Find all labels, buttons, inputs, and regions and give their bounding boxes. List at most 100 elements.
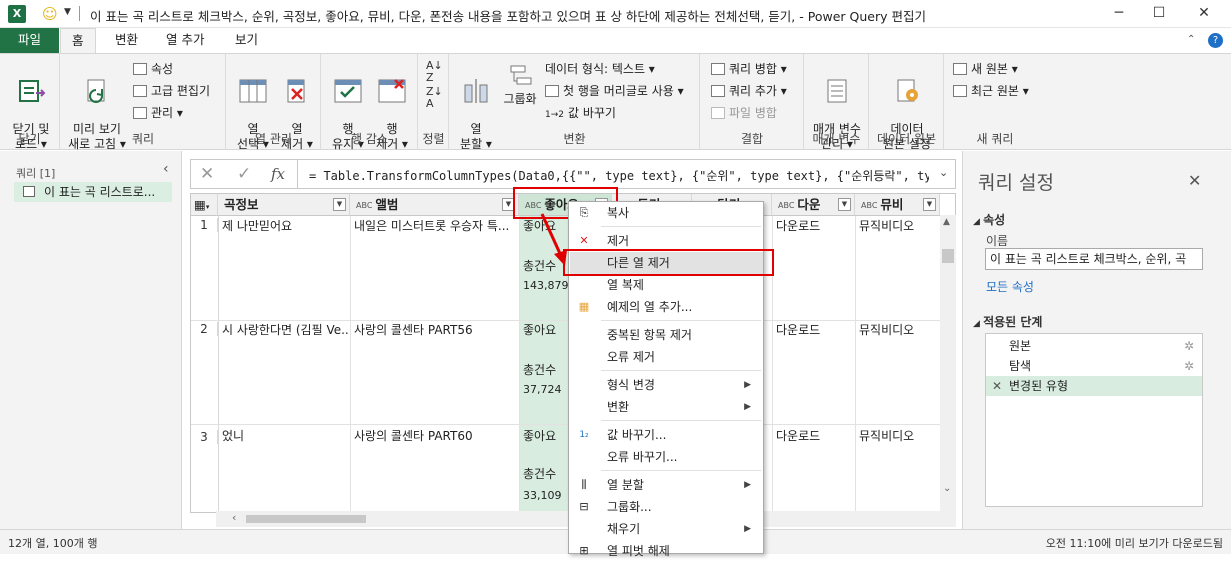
menu-item-change-type[interactable]: 형식 변경 ▶ <box>570 374 763 396</box>
minimize-button[interactable]: ─ <box>1099 2 1139 26</box>
menu-item-replace-errors[interactable]: 오류 바꾸기... <box>570 446 763 468</box>
tab-view[interactable]: 보기 <box>224 28 269 53</box>
step-item[interactable]: 탐색 ✲ <box>986 356 1202 376</box>
new-source-button[interactable]: 새 원본 ▾ <box>953 59 1018 79</box>
collapse-triangle-icon: ◢ <box>973 217 984 227</box>
menu-item-group-by[interactable]: ⊟ 그룹화... <box>570 496 763 518</box>
column-header-album[interactable]: ABC 앨범 ▼ <box>350 194 519 216</box>
tab-file[interactable]: 파일 <box>0 28 60 53</box>
cell-download[interactable]: 다운로드 <box>772 216 855 236</box>
query-name-input[interactable]: 이 표는 곡 리스트로 체크박스, 순위, 곡 <box>985 248 1203 270</box>
column-header-album-label: 앨범 <box>375 197 399 212</box>
remove-rows-icon <box>377 77 407 105</box>
group-sort: A↓ Z Z↓ A 정렬 <box>419 54 449 150</box>
smiley-feedback-icon[interactable]: ☺ <box>42 5 58 23</box>
submenu-arrow-icon: ▶ <box>744 480 751 490</box>
fx-icon[interactable]: fx <box>271 165 285 183</box>
replace-values-button[interactable]: 1→2 값 바꾸기 <box>545 103 616 123</box>
formula-separator <box>297 160 298 188</box>
vertical-scrollbar[interactable]: ▲ ⌄ <box>940 215 956 511</box>
group-manage-columns-label: 열 관리 <box>255 132 292 146</box>
tab-transform[interactable]: 변환 <box>104 28 149 53</box>
sort-ascending-icon[interactable]: A↓ Z <box>426 60 443 84</box>
collapse-ribbon-icon[interactable]: ⌃ <box>1187 34 1195 45</box>
manage-button[interactable]: 관리 ▾ <box>133 103 183 123</box>
filter-dropdown-icon[interactable]: ▼ <box>923 198 936 211</box>
unpivot-icon: ⊞ <box>579 544 589 557</box>
menu-item-column-from-examples[interactable]: ▦ 예제의 열 추가... <box>570 296 763 318</box>
scroll-thumb[interactable] <box>942 249 954 263</box>
cell-mv[interactable]: 뮤직비디오 <box>855 320 940 340</box>
step-item-selected[interactable]: ✕ 변경된 유형 <box>986 376 1202 396</box>
use-first-row-button[interactable]: 첫 행을 머리글로 사용 ▾ <box>545 81 684 101</box>
cell-album[interactable]: 사랑의 콜센타 PART56 <box>350 320 519 340</box>
remove-columns-icon <box>282 77 312 105</box>
close-pane-icon[interactable]: ✕ <box>1188 171 1201 190</box>
hscroll-thumb[interactable] <box>246 515 366 523</box>
merge-queries-button[interactable]: 쿼리 병합 ▾ <box>711 59 787 79</box>
commit-formula-icon[interactable]: ✓ <box>237 164 251 184</box>
text-type-icon: ABC <box>356 201 373 210</box>
scroll-up-icon[interactable]: ▲ <box>943 217 950 227</box>
scroll-down-icon[interactable]: ⌄ <box>943 483 951 494</box>
menu-item-duplicate-column[interactable]: 열 복제 <box>570 274 763 296</box>
step-item[interactable]: 원본 ✲ <box>986 336 1202 356</box>
help-icon[interactable]: ? <box>1208 33 1223 48</box>
table-menu-icon[interactable]: ▦▾ <box>191 194 218 216</box>
recent-sources-label: 최근 원본 ▾ <box>971 84 1029 98</box>
applied-steps-header: 적용된 단계 <box>983 315 1043 329</box>
quick-access-dropdown-icon[interactable]: ▼ <box>64 7 71 17</box>
properties-button[interactable]: 속성 <box>133 59 173 79</box>
cell-album[interactable]: 사랑의 콜센타 PART60 <box>350 426 519 446</box>
menu-item-split-column[interactable]: ⫼ 열 분할 ▶ <box>570 474 763 496</box>
text-type-icon: ABC <box>861 201 878 210</box>
menu-label: 오류 바꾸기... <box>607 450 678 464</box>
cell-song[interactable]: 제 나만믿어요 <box>218 216 350 236</box>
data-type-button[interactable]: 데이터 형식: 텍스트 ▾ <box>545 59 655 79</box>
append-queries-button[interactable]: 쿼리 추가 ▾ <box>711 81 787 101</box>
cell-mv[interactable]: 뮤직비디오 <box>855 426 940 446</box>
applied-steps-section[interactable]: ◢ 적용된 단계 <box>973 313 1042 330</box>
column-header-download[interactable]: ABC 다운 ▼ <box>772 194 855 216</box>
menu-item-remove-duplicates[interactable]: 중복된 항목 제거 <box>570 324 763 346</box>
cell-download[interactable]: 다운로드 <box>772 426 855 446</box>
tab-add-column[interactable]: 열 추가 <box>155 28 215 53</box>
recent-sources-button[interactable]: 최근 원본 ▾ <box>953 81 1029 101</box>
query-item[interactable]: 이 표는 곡 리스트로... <box>14 182 172 202</box>
cell-song[interactable]: 시 사랑한다면 (김필 Ve... <box>218 320 350 340</box>
cell-song[interactable]: 었니 <box>218 426 350 446</box>
annotation-arrow <box>540 213 567 266</box>
group-close-label: 닫기 <box>18 132 41 146</box>
excel-app-icon: X <box>8 5 26 23</box>
maximize-button[interactable]: ☐ <box>1139 2 1179 26</box>
close-button[interactable]: ✕ <box>1184 2 1224 26</box>
delete-step-icon[interactable]: ✕ <box>992 376 1002 396</box>
menu-item-copy[interactable]: ⎘ 복사 <box>570 202 763 224</box>
cancel-formula-icon[interactable]: ✕ <box>200 164 214 184</box>
row-divider <box>191 424 941 425</box>
scroll-left-icon[interactable]: ‹ <box>232 511 236 524</box>
advanced-editor-button[interactable]: 고급 편집기 <box>133 81 210 101</box>
collapse-pane-icon[interactable]: ‹ <box>163 161 169 177</box>
cell-mv[interactable]: 뮤직비디오 <box>855 216 940 236</box>
all-properties-link[interactable]: 모든 속성 <box>986 278 1034 295</box>
column-header-mv[interactable]: ABC 뮤비 ▼ <box>855 194 940 216</box>
cell-album[interactable]: 내일은 미스터트롯 우승자 특... <box>350 216 519 236</box>
menu-item-replace-values[interactable]: 1₂ 값 바꾸기... <box>570 424 763 446</box>
sort-descending-icon[interactable]: Z↓ A <box>426 86 443 110</box>
menu-item-unpivot[interactable]: ⊞ 열 피벗 해제 <box>570 540 763 562</box>
properties-section[interactable]: ◢ 속성 <box>973 211 1005 228</box>
column-header-song[interactable]: 곡정보 ▼ <box>218 194 350 216</box>
menu-item-remove-errors[interactable]: 오류 제거 <box>570 346 763 368</box>
expand-formula-icon[interactable]: ⌄ <box>939 166 948 179</box>
gear-icon[interactable]: ✲ <box>1184 336 1194 356</box>
menu-item-fill[interactable]: 채우기 ▶ <box>570 518 763 540</box>
cell-download[interactable]: 다운로드 <box>772 320 855 340</box>
formula-input[interactable]: = Table.TransformColumnTypes(Data0,{{"",… <box>309 167 929 184</box>
tab-home[interactable]: 홈 <box>60 28 96 54</box>
menu-item-transform[interactable]: 변환 ▶ <box>570 396 763 418</box>
gear-icon[interactable]: ✲ <box>1184 356 1194 376</box>
filter-dropdown-icon[interactable]: ▼ <box>838 198 851 211</box>
filter-dropdown-icon[interactable]: ▼ <box>333 198 346 211</box>
group-by-button[interactable]: 그룹화 <box>498 62 542 107</box>
